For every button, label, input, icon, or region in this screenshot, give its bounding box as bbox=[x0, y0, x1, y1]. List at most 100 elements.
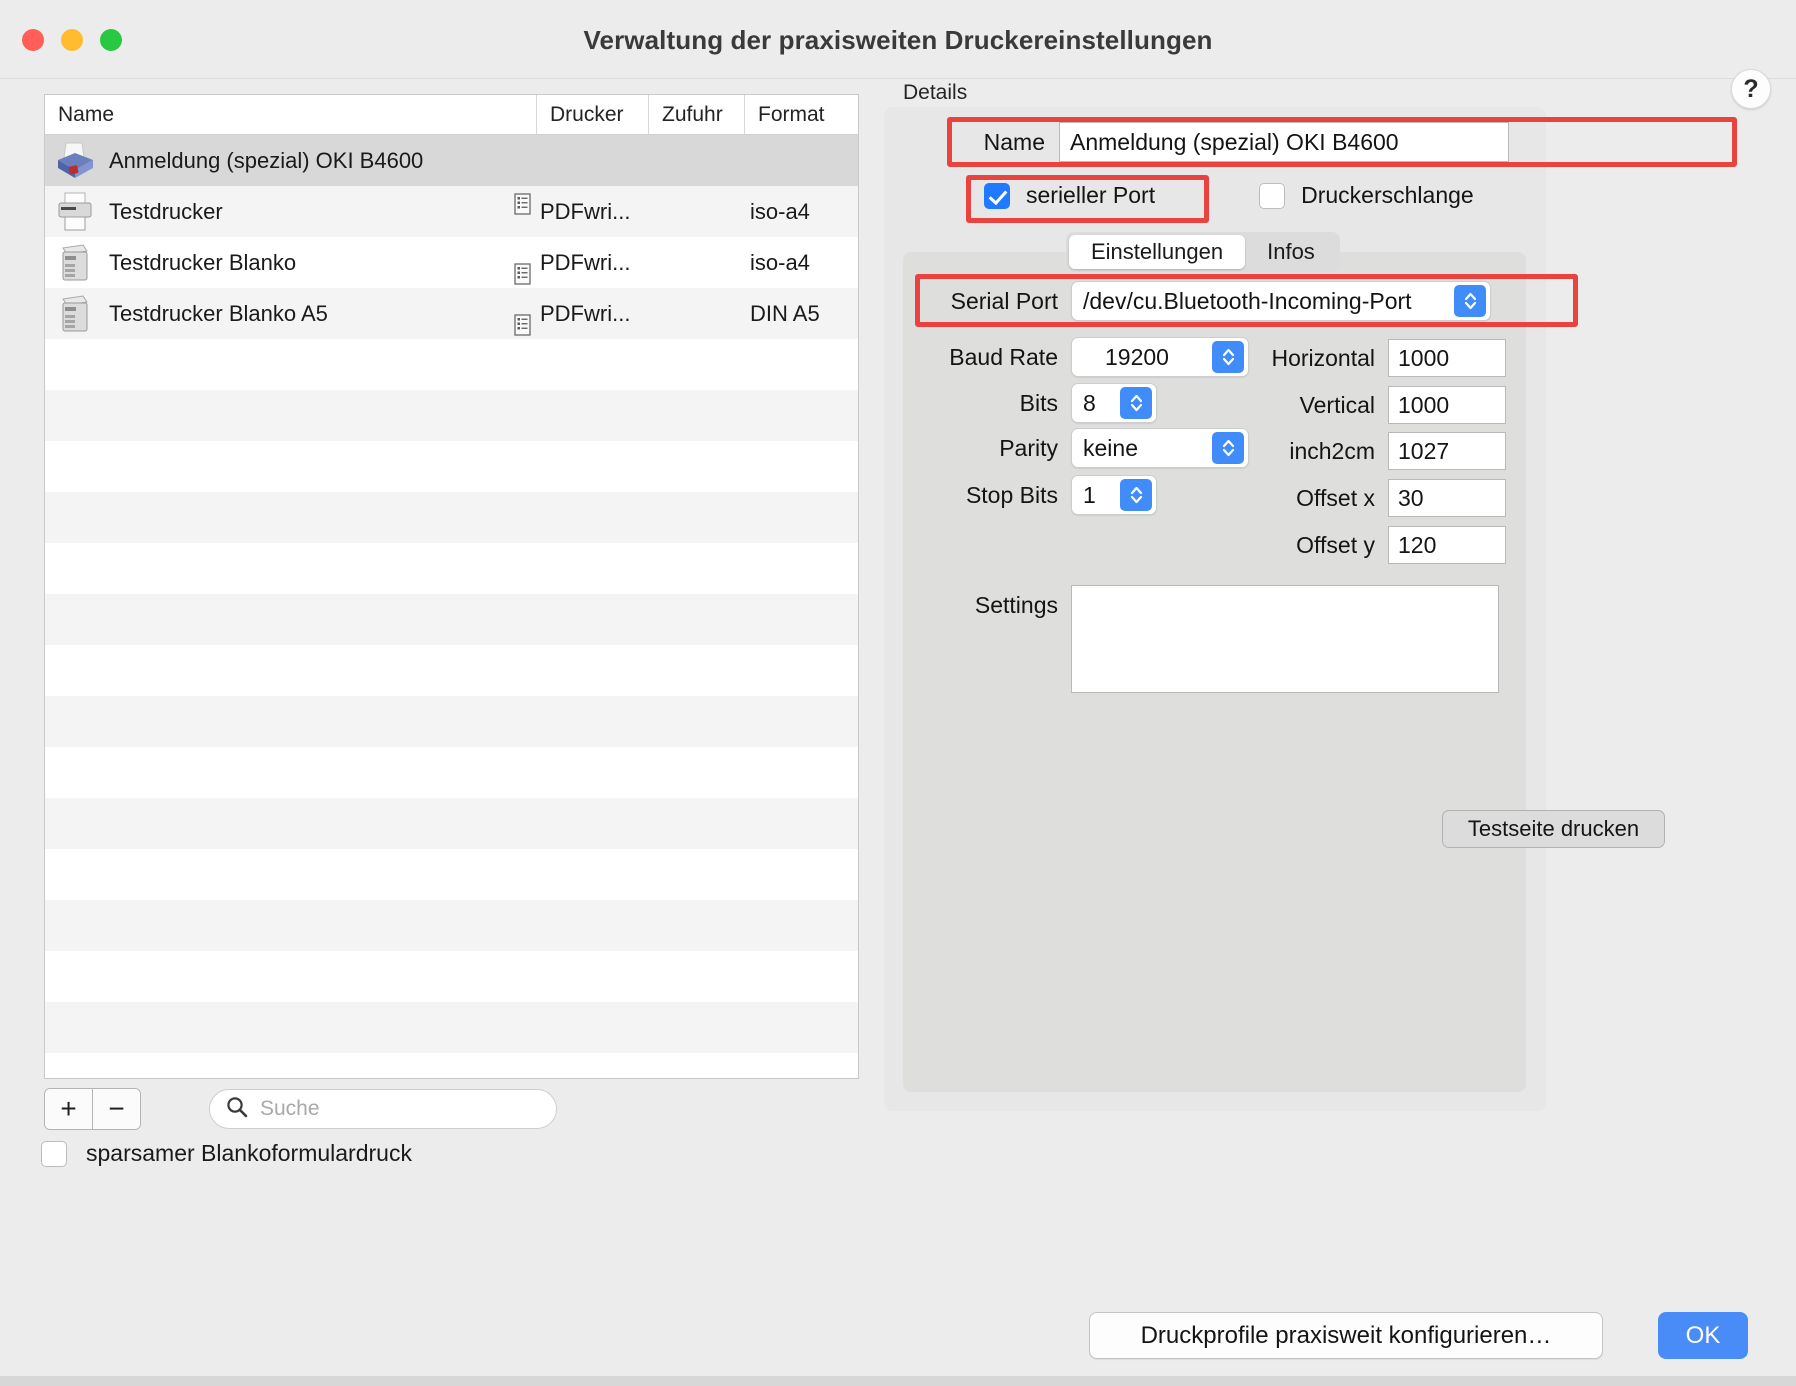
row-drucker-text: PDFwri... bbox=[540, 198, 631, 224]
serieller-port-option[interactable]: serieller Port bbox=[984, 182, 1155, 209]
row-format-cell: iso-a4 bbox=[744, 186, 858, 237]
settings-textarea[interactable] bbox=[1071, 585, 1499, 693]
search-input[interactable]: Suche bbox=[209, 1089, 557, 1129]
table-row[interactable] bbox=[45, 441, 858, 492]
bits-select[interactable]: 8 bbox=[1071, 383, 1157, 423]
bits-value: 8 bbox=[1083, 389, 1096, 416]
horizontal-input[interactable]: 1000 bbox=[1388, 339, 1506, 377]
printer-list-header: Name Drucker Zufuhr Format bbox=[45, 95, 858, 135]
row-format-text: iso-a4 bbox=[750, 198, 810, 224]
druckerschlange-option[interactable]: Druckerschlange bbox=[1259, 182, 1474, 209]
druckprofile-konfigurieren-button[interactable]: Druckprofile praxisweit konfigurieren… bbox=[1089, 1312, 1603, 1359]
table-row[interactable] bbox=[45, 747, 858, 798]
row-drucker-cell bbox=[536, 135, 648, 186]
printer-tower-icon bbox=[53, 293, 97, 335]
column-header-drucker[interactable]: Drucker bbox=[536, 95, 648, 135]
bits-row: Bits 8 bbox=[930, 383, 1157, 423]
parity-label: Parity bbox=[999, 434, 1058, 461]
row-name-cell: Testdrucker Blanko bbox=[45, 237, 536, 288]
offset-y-input[interactable]: 120 bbox=[1388, 526, 1506, 564]
table-row[interactable] bbox=[45, 951, 858, 1002]
parity-select[interactable]: keine bbox=[1071, 428, 1249, 468]
help-icon[interactable]: ? bbox=[1731, 69, 1771, 109]
port-options-row: serieller Port Druckerschlange bbox=[984, 182, 1474, 209]
table-row[interactable]: Testdrucker Blanko PDFwri... iso-a4 bbox=[45, 237, 858, 288]
druckerschlange-label: Druckerschlange bbox=[1301, 182, 1474, 208]
stop-bits-value: 1 bbox=[1083, 481, 1096, 508]
row-drucker-text: PDFwri... bbox=[540, 249, 631, 275]
row-name-cell: Testdrucker bbox=[45, 186, 536, 237]
vertical-row: Vertical 1000 bbox=[1242, 386, 1506, 424]
offset-x-label: Offset x bbox=[1296, 484, 1375, 511]
row-zufuhr-cell bbox=[648, 288, 744, 339]
tab-infos[interactable]: Infos bbox=[1245, 235, 1337, 269]
table-row[interactable] bbox=[45, 798, 858, 849]
title-bar: Verwaltung der praxisweiten Druckereinst… bbox=[0, 0, 1796, 79]
tab-einstellungen[interactable]: Einstellungen bbox=[1069, 235, 1246, 269]
offset-x-input[interactable]: 30 bbox=[1388, 479, 1506, 517]
horizontal-label: Horizontal bbox=[1271, 344, 1375, 371]
settings-label: Settings bbox=[974, 592, 1058, 618]
row-format-text: iso-a4 bbox=[750, 249, 810, 275]
column-header-format[interactable]: Format bbox=[744, 95, 858, 135]
chevron-updown-icon[interactable] bbox=[1454, 285, 1486, 317]
ok-button[interactable]: OK bbox=[1658, 1312, 1748, 1359]
printer-blue-icon bbox=[53, 140, 97, 182]
table-row[interactable] bbox=[45, 1002, 858, 1053]
chevron-updown-icon[interactable] bbox=[1120, 479, 1152, 511]
row-drucker-cell: PDFwri... bbox=[514, 288, 648, 339]
sparsam-blankoformulardruck-checkbox[interactable] bbox=[41, 1140, 67, 1167]
row-zufuhr-cell bbox=[648, 186, 744, 237]
table-row[interactable]: Testdrucker PDFwri... iso-a4 bbox=[45, 186, 858, 237]
testseite-drucken-button[interactable]: Testseite drucken bbox=[1442, 810, 1665, 848]
table-row[interactable] bbox=[45, 390, 858, 441]
horizontal-row: Horizontal 1000 bbox=[1242, 339, 1506, 377]
remove-printer-button[interactable]: − bbox=[92, 1089, 140, 1129]
parity-value: keine bbox=[1083, 434, 1138, 461]
serieller-port-checkbox[interactable] bbox=[984, 182, 1010, 209]
row-format-cell: iso-a4 bbox=[744, 237, 858, 288]
table-row[interactable] bbox=[45, 900, 858, 951]
parity-row: Parity keine bbox=[930, 428, 1249, 468]
chevron-updown-icon[interactable] bbox=[1212, 432, 1244, 464]
serial-port-select[interactable]: /dev/cu.Bluetooth-Incoming-Port bbox=[1071, 281, 1491, 321]
printer-grey-icon bbox=[53, 191, 97, 233]
baud-rate-select[interactable]: 19200 bbox=[1071, 337, 1249, 377]
table-row[interactable] bbox=[45, 492, 858, 543]
offset-y-row: Offset y 120 bbox=[1242, 526, 1506, 564]
table-row[interactable] bbox=[45, 645, 858, 696]
row-format-cell bbox=[744, 135, 858, 186]
table-row[interactable] bbox=[45, 849, 858, 900]
printer-name-input[interactable]: Anmeldung (spezial) OKI B4600 bbox=[1059, 122, 1509, 162]
table-row[interactable] bbox=[45, 594, 858, 645]
column-header-zufuhr[interactable]: Zufuhr bbox=[648, 95, 744, 135]
inch2cm-label: inch2cm bbox=[1289, 437, 1375, 464]
add-printer-button[interactable]: + bbox=[45, 1089, 92, 1129]
list-add-remove-group: + − bbox=[44, 1088, 141, 1130]
vertical-input[interactable]: 1000 bbox=[1388, 386, 1506, 424]
table-row[interactable] bbox=[45, 696, 858, 747]
chevron-updown-icon[interactable] bbox=[1212, 341, 1244, 373]
chevron-updown-icon[interactable] bbox=[1120, 387, 1152, 419]
inch2cm-input[interactable]: 1027 bbox=[1388, 432, 1506, 470]
table-row[interactable] bbox=[45, 543, 858, 594]
table-row[interactable] bbox=[45, 1053, 858, 1078]
app-window: Verwaltung der praxisweiten Druckereinst… bbox=[0, 0, 1796, 1386]
stop-bits-select[interactable]: 1 bbox=[1071, 475, 1157, 515]
offset-y-label: Offset y bbox=[1296, 531, 1375, 558]
sparsam-blankoformulardruck-row[interactable]: sparsamer Blankoformulardruck bbox=[41, 1140, 412, 1167]
table-row[interactable] bbox=[45, 339, 858, 390]
window-bottom-edge bbox=[0, 1376, 1796, 1386]
details-tab-bar: Einstellungen Infos bbox=[1066, 232, 1340, 272]
printer-list-body: Anmeldung (spezial) OKI B4600 Testdrucke… bbox=[45, 135, 858, 1078]
table-row[interactable]: Testdrucker Blanko A5 PDFwri... DIN A5 bbox=[45, 288, 858, 339]
window-title: Verwaltung der praxisweiten Druckereinst… bbox=[583, 25, 1213, 55]
table-row[interactable]: Anmeldung (spezial) OKI B4600 bbox=[45, 135, 858, 186]
vertical-label: Vertical bbox=[1299, 391, 1375, 418]
offset-x-row: Offset x 30 bbox=[1242, 479, 1506, 517]
serial-port-row: Serial Port /dev/cu.Bluetooth-Incoming-P… bbox=[930, 281, 1491, 321]
druckerschlange-checkbox[interactable] bbox=[1259, 182, 1286, 209]
settings-row: Settings bbox=[930, 585, 1499, 693]
document-badge-icon bbox=[514, 314, 531, 336]
column-header-name[interactable]: Name bbox=[45, 95, 536, 135]
